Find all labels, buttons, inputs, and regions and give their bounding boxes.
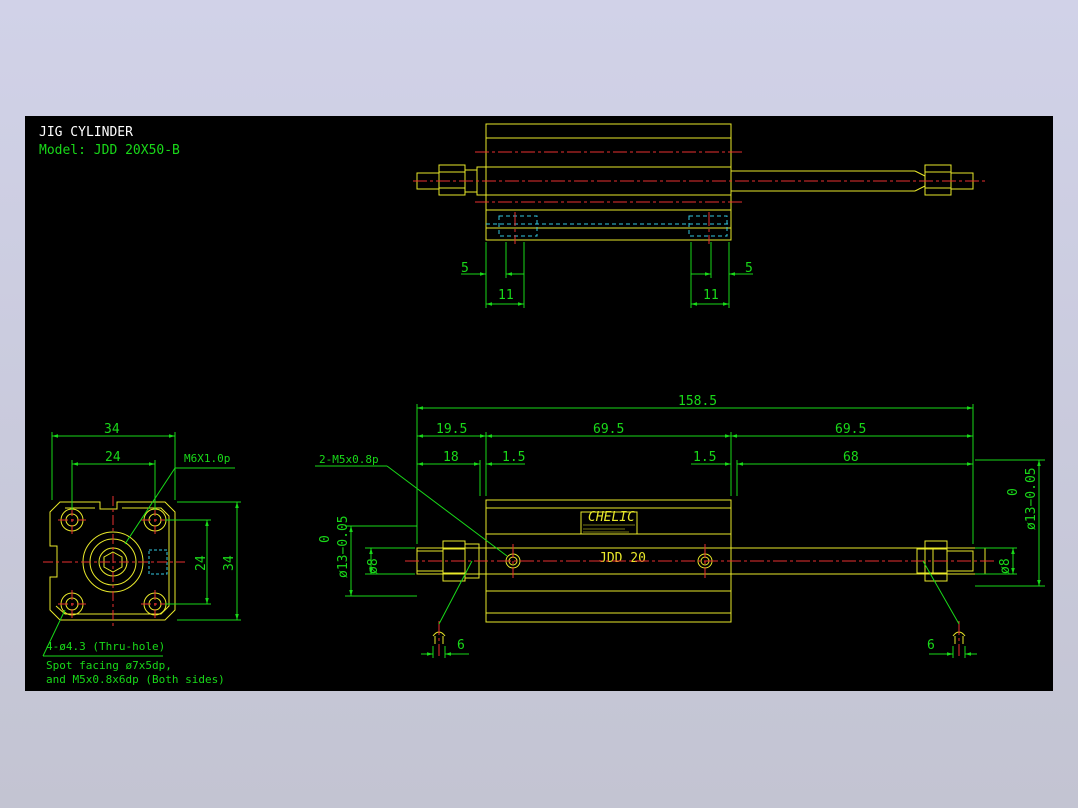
model-label: Model: JDD 20X50-B [39, 143, 180, 158]
side-dim-right-span: 69.5 [835, 422, 866, 437]
end-dim-hole-pitch-v: 24 [194, 555, 209, 571]
side-dim-overall: 158.5 [678, 394, 717, 409]
side-dim-rod-left: 18 [443, 450, 459, 465]
side-dim-mid-span: 69.5 [593, 422, 624, 437]
side-dim-tol-right: ø13−0.05 [1024, 467, 1039, 530]
cad-drawing: JIG CYLINDER Model: JDD 20X50-B 5 11 11 … [39, 123, 1045, 686]
thread-label: M6X1.0p [184, 452, 230, 465]
side-dim-gap-right: 1.5 [693, 450, 716, 465]
side-dim-tol-left-zero: 0 [318, 535, 333, 543]
drawing-title: JIG CYLINDER [39, 125, 133, 140]
end-view: 34 24 24 34 M6X1.0p 4-ø4.3 (Thru-hole) S… [42, 422, 241, 686]
hole-note-2: Spot facing ø7x5dp, [46, 659, 172, 672]
side-dim-nut-left: 6 [457, 638, 465, 653]
side-dim-nut-right: 6 [927, 638, 935, 653]
top-view: 5 11 11 5 [413, 123, 985, 308]
side-dim-tol-left: ø13−0.05 [336, 515, 351, 578]
top-dim-left-small: 5 [461, 261, 469, 276]
nameplate-brand: CHELIC [588, 510, 635, 525]
side-dim-rod-right: 68 [843, 450, 859, 465]
end-dim-overall-height: 34 [222, 555, 237, 571]
side-dim-gap-left: 1.5 [502, 450, 525, 465]
side-dim-tol-right-zero: 0 [1006, 488, 1021, 496]
cad-viewport[interactable]: JIG CYLINDER Model: JDD 20X50-B 5 11 11 … [25, 116, 1053, 691]
end-dim-hole-pitch-h: 24 [105, 450, 121, 465]
body-marking: JDD 20 [599, 551, 646, 566]
side-view: CHELIC JDD 20 158.5 19.5 69.5 69.5 18 1.… [315, 394, 1045, 658]
hole-note-1: 4-ø4.3 (Thru-hole) [46, 640, 165, 653]
top-dim-left-width: 11 [498, 288, 514, 303]
hole-note-3: and M5x0.8x6dp (Both sides) [46, 673, 225, 686]
side-dim-rod-dia-left: ø8 [366, 558, 381, 574]
top-dim-right-small: 5 [745, 261, 753, 276]
top-dim-right-width: 11 [703, 288, 719, 303]
top-body [485, 123, 732, 241]
side-dim-rod-dia-right: ø8 [998, 558, 1013, 574]
end-dim-overall-width: 34 [104, 422, 120, 437]
side-dim-left-offset: 19.5 [436, 422, 467, 437]
port-label: 2-M5x0.8p [319, 453, 379, 466]
